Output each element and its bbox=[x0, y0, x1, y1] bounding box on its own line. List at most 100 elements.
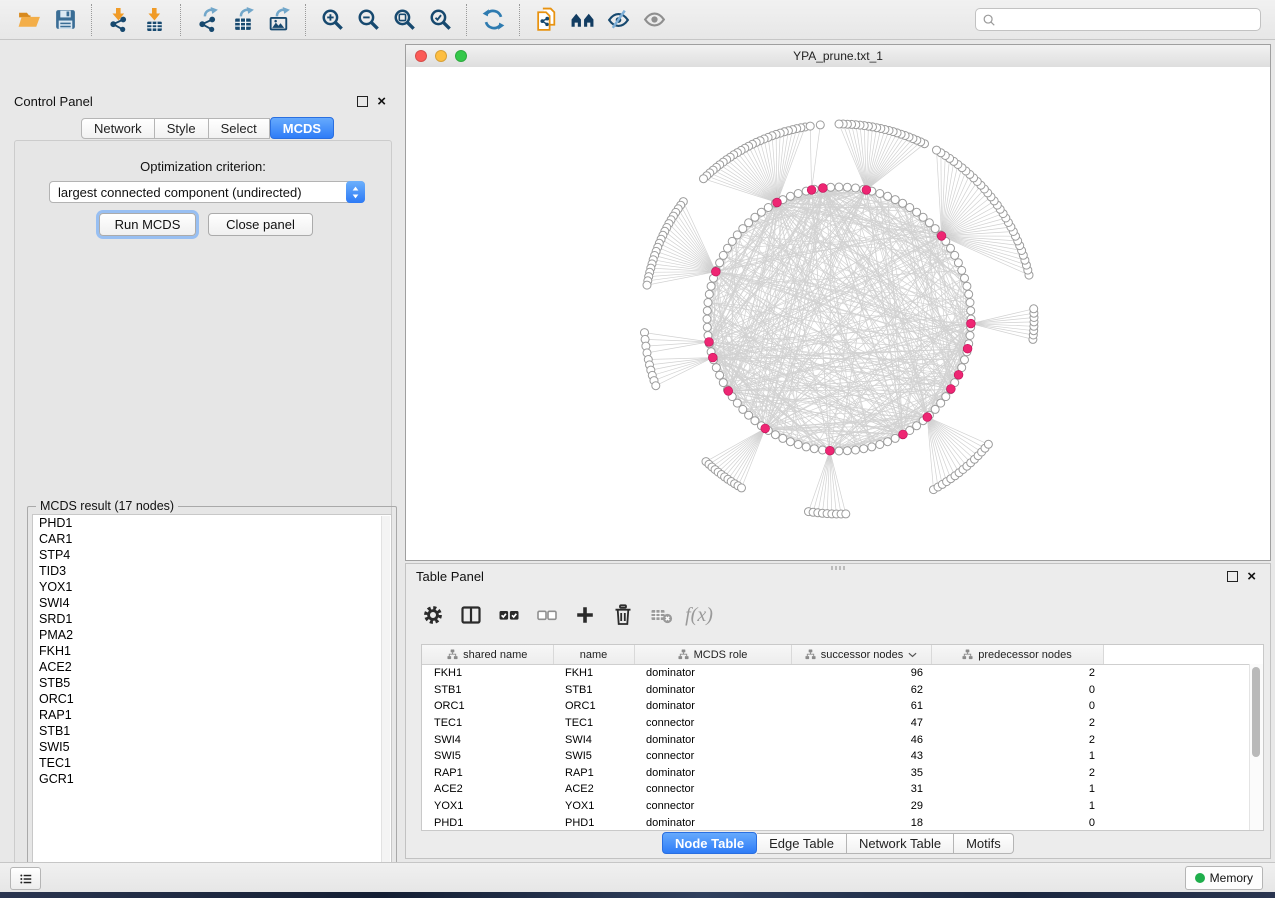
run-mcds-button[interactable]: Run MCDS bbox=[99, 213, 196, 236]
save-session-button[interactable] bbox=[47, 4, 83, 36]
column-header-MCDS-role[interactable]: MCDS role bbox=[634, 645, 791, 665]
network-node[interactable] bbox=[947, 244, 955, 252]
tab-node-table[interactable]: Node Table bbox=[662, 832, 757, 854]
network-node[interactable] bbox=[771, 431, 779, 439]
splitter-grip[interactable] bbox=[831, 566, 845, 570]
network-hub-node[interactable] bbox=[807, 186, 816, 195]
tab-network-table[interactable]: Network Table bbox=[847, 833, 954, 854]
network-hub-node[interactable] bbox=[819, 184, 828, 193]
mcds-result-item[interactable]: CAR1 bbox=[33, 531, 391, 547]
network-node[interactable] bbox=[703, 323, 711, 331]
table-row[interactable]: RAP1RAP1dominator352 bbox=[422, 765, 1250, 782]
table-row[interactable]: YOX1YOX1connector291 bbox=[422, 798, 1250, 815]
table-row[interactable]: SWI5SWI5connector431 bbox=[422, 748, 1250, 765]
network-node[interactable] bbox=[963, 282, 971, 290]
column-header-name[interactable]: name bbox=[553, 645, 634, 665]
table-cell[interactable]: RAP1 bbox=[422, 765, 553, 782]
table-cell[interactable]: dominator bbox=[634, 814, 791, 831]
network-node[interactable] bbox=[876, 190, 884, 198]
network-node[interactable] bbox=[913, 208, 921, 216]
table-row[interactable]: SWI4SWI4dominator462 bbox=[422, 731, 1250, 748]
network-node[interactable] bbox=[764, 204, 772, 212]
float-table-panel-icon[interactable] bbox=[1227, 571, 1238, 582]
network-hub-node[interactable] bbox=[967, 319, 976, 328]
table-cell[interactable]: 31 bbox=[791, 781, 931, 798]
criterion-dropdown[interactable]: largest connected component (undirected) bbox=[49, 181, 365, 203]
export-image-button[interactable] bbox=[261, 4, 297, 36]
network-node[interactable] bbox=[961, 274, 969, 282]
table-cell[interactable]: connector bbox=[634, 748, 791, 765]
network-hub-node[interactable] bbox=[923, 413, 932, 422]
table-row[interactable]: STB1STB1dominator620 bbox=[422, 682, 1250, 699]
network-node[interactable] bbox=[779, 434, 787, 442]
minimize-window-icon[interactable] bbox=[435, 50, 447, 62]
select-all-button[interactable] bbox=[492, 598, 526, 632]
network-node[interactable] bbox=[704, 299, 712, 307]
table-cell[interactable]: dominator bbox=[634, 765, 791, 782]
network-hub-node[interactable] bbox=[761, 424, 770, 433]
network-hub-node[interactable] bbox=[825, 446, 834, 455]
table-cell[interactable]: 1 bbox=[931, 748, 1103, 765]
split-panel-button[interactable] bbox=[454, 598, 488, 632]
tab-style[interactable]: Style bbox=[155, 118, 209, 139]
table-cell[interactable]: connector bbox=[634, 798, 791, 815]
mcds-result-item[interactable]: YOX1 bbox=[33, 579, 391, 595]
table-cell[interactable]: ORC1 bbox=[422, 698, 553, 715]
network-node[interactable] bbox=[705, 290, 713, 298]
mcds-result-item[interactable]: GCR1 bbox=[33, 771, 391, 787]
network-node[interactable] bbox=[884, 438, 892, 446]
settings-gear-button[interactable] bbox=[416, 598, 450, 632]
network-node[interactable] bbox=[967, 307, 975, 315]
mcds-result-item[interactable]: STP4 bbox=[33, 547, 391, 563]
table-cell[interactable]: SWI5 bbox=[422, 748, 553, 765]
export-table-button[interactable] bbox=[225, 4, 261, 36]
float-panel-icon[interactable] bbox=[357, 96, 368, 107]
table-cell[interactable]: 1 bbox=[931, 798, 1103, 815]
network-hub-node[interactable] bbox=[937, 232, 946, 241]
task-history-button[interactable] bbox=[10, 867, 41, 890]
network-node[interactable] bbox=[806, 122, 814, 130]
table-cell[interactable]: ORC1 bbox=[553, 698, 634, 715]
mcds-result-item[interactable]: SWI5 bbox=[33, 739, 391, 755]
table-cell[interactable]: ACE2 bbox=[553, 781, 634, 798]
network-canvas[interactable] bbox=[406, 67, 1270, 560]
network-node[interactable] bbox=[643, 281, 651, 289]
network-document-button[interactable] bbox=[528, 4, 564, 36]
import-table-button[interactable] bbox=[136, 4, 172, 36]
table-cell[interactable]: 0 bbox=[931, 814, 1103, 831]
network-node[interactable] bbox=[891, 196, 899, 204]
network-node[interactable] bbox=[843, 447, 851, 455]
tab-network[interactable]: Network bbox=[81, 118, 155, 139]
zoom-out-button[interactable] bbox=[350, 4, 386, 36]
table-cell[interactable]: TEC1 bbox=[553, 715, 634, 732]
table-cell[interactable]: dominator bbox=[634, 665, 791, 682]
table-cell[interactable]: YOX1 bbox=[553, 798, 634, 815]
mcds-result-item[interactable]: ORC1 bbox=[33, 691, 391, 707]
network-node[interactable] bbox=[1030, 305, 1038, 313]
table-cell[interactable]: TEC1 bbox=[422, 715, 553, 732]
network-node[interactable] bbox=[724, 244, 732, 252]
network-hub-node[interactable] bbox=[773, 198, 782, 207]
table-scrollbar-thumb[interactable] bbox=[1252, 667, 1260, 757]
network-hub-node[interactable] bbox=[705, 338, 714, 347]
network-node[interactable] bbox=[852, 184, 860, 192]
network-hub-node[interactable] bbox=[708, 353, 717, 362]
mcds-result-item[interactable]: SRD1 bbox=[33, 611, 391, 627]
memory-button[interactable]: Memory bbox=[1185, 866, 1263, 890]
network-node[interactable] bbox=[719, 251, 727, 259]
table-cell[interactable]: connector bbox=[634, 781, 791, 798]
table-cell[interactable]: RAP1 bbox=[553, 765, 634, 782]
network-node[interactable] bbox=[860, 445, 868, 453]
network-node[interactable] bbox=[794, 190, 802, 198]
table-cell[interactable]: 2 bbox=[931, 665, 1103, 682]
table-cell[interactable]: STB1 bbox=[553, 682, 634, 699]
network-node[interactable] bbox=[899, 199, 907, 207]
table-cell[interactable]: 2 bbox=[931, 715, 1103, 732]
open-file-button[interactable] bbox=[11, 4, 47, 36]
table-row[interactable]: PHD1PHD1dominator180 bbox=[422, 814, 1250, 831]
network-hub-node[interactable] bbox=[899, 430, 908, 439]
mcds-result-item[interactable]: TEC1 bbox=[33, 755, 391, 771]
search-input[interactable] bbox=[1000, 12, 1254, 28]
network-node[interactable] bbox=[816, 121, 824, 129]
zoom-selected-button[interactable] bbox=[422, 4, 458, 36]
